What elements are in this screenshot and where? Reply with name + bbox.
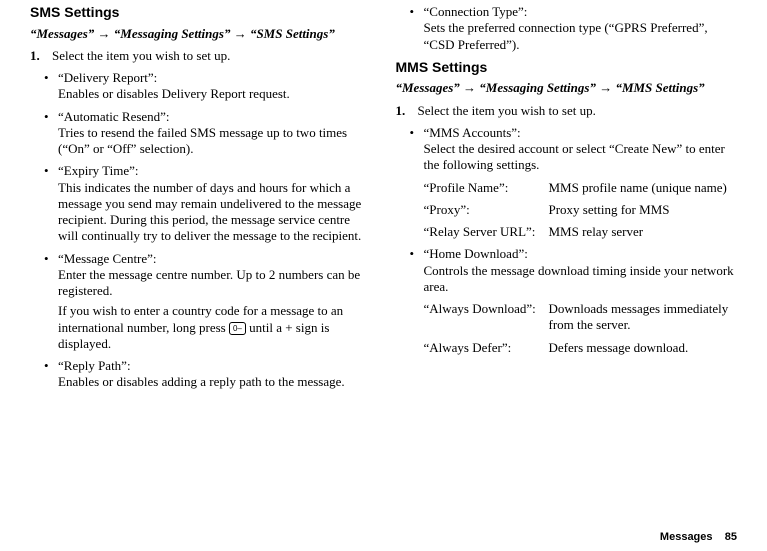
footer-page-number: 85: [725, 531, 737, 543]
message-centre-title: “Message Centre”:: [58, 251, 157, 266]
relay-server-label: “Relay Server URL”:: [424, 224, 549, 240]
sms-settings-path: “Messages” → “Messaging Settings” → “SMS…: [30, 26, 372, 42]
sms-settings-heading: SMS Settings: [30, 4, 372, 22]
step-number: 1.: [30, 48, 52, 64]
footer-label: Messages: [660, 531, 713, 543]
step-text: Select the item you wish to set up.: [418, 103, 596, 119]
connection-type-title: “Connection Type”:: [424, 4, 528, 19]
step-number: 1.: [396, 103, 418, 119]
page-footer: Messages 85: [660, 531, 737, 543]
bullet-dot: •: [410, 246, 424, 295]
mms-accounts-body: Select the desired account or select “Cr…: [424, 141, 725, 172]
message-centre-extra: If you wish to enter a country code for …: [58, 303, 372, 352]
mms-settings-path: “Messages” → “Messaging Settings” → “MMS…: [396, 80, 738, 96]
expiry-time-title: “Expiry Time”:: [58, 163, 139, 178]
home-download-body: Controls the message download timing ins…: [424, 263, 734, 294]
bullet-dot: •: [410, 4, 424, 53]
mms-settings-heading: MMS Settings: [396, 59, 738, 77]
bullet-dot: •: [44, 251, 58, 300]
bullet-dot: •: [44, 109, 58, 158]
home-download-title: “Home Download”:: [424, 246, 528, 261]
bullet-dot: •: [410, 125, 424, 174]
bullet-dot: •: [44, 163, 58, 244]
message-centre-body: Enter the message centre number. Up to 2…: [58, 267, 360, 298]
always-defer-label: “Always Defer”:: [424, 340, 549, 356]
bullet-dot: •: [44, 358, 58, 391]
expiry-time-body: This indicates the number of days and ho…: [58, 180, 361, 244]
reply-path-body: Enables or disables adding a reply path …: [58, 374, 345, 389]
delivery-report-body: Enables or disables Delivery Report requ…: [58, 86, 290, 101]
always-defer-value: Defers message download.: [549, 340, 738, 356]
auto-resend-title: “Automatic Resend”:: [58, 109, 170, 124]
bullet-dot: •: [44, 70, 58, 103]
always-download-label: “Always Download”:: [424, 301, 549, 334]
step-text: Select the item you wish to set up.: [52, 48, 230, 64]
always-download-value: Downloads messages immediately from the …: [549, 301, 738, 334]
connection-type-body: Sets the preferred connection type (“GPR…: [424, 20, 708, 51]
profile-name-label: “Profile Name”:: [424, 180, 549, 196]
relay-server-value: MMS relay server: [549, 224, 738, 240]
mms-accounts-title: “MMS Accounts”:: [424, 125, 521, 140]
reply-path-title: “Reply Path”:: [58, 358, 131, 373]
auto-resend-body: Tries to resend the failed SMS message u…: [58, 125, 347, 156]
profile-name-value: MMS profile name (unique name): [549, 180, 738, 196]
delivery-report-title: “Delivery Report”:: [58, 70, 157, 85]
zero-key-icon: 0–: [229, 322, 246, 335]
proxy-value: Proxy setting for MMS: [549, 202, 738, 218]
proxy-label: “Proxy”:: [424, 202, 549, 218]
